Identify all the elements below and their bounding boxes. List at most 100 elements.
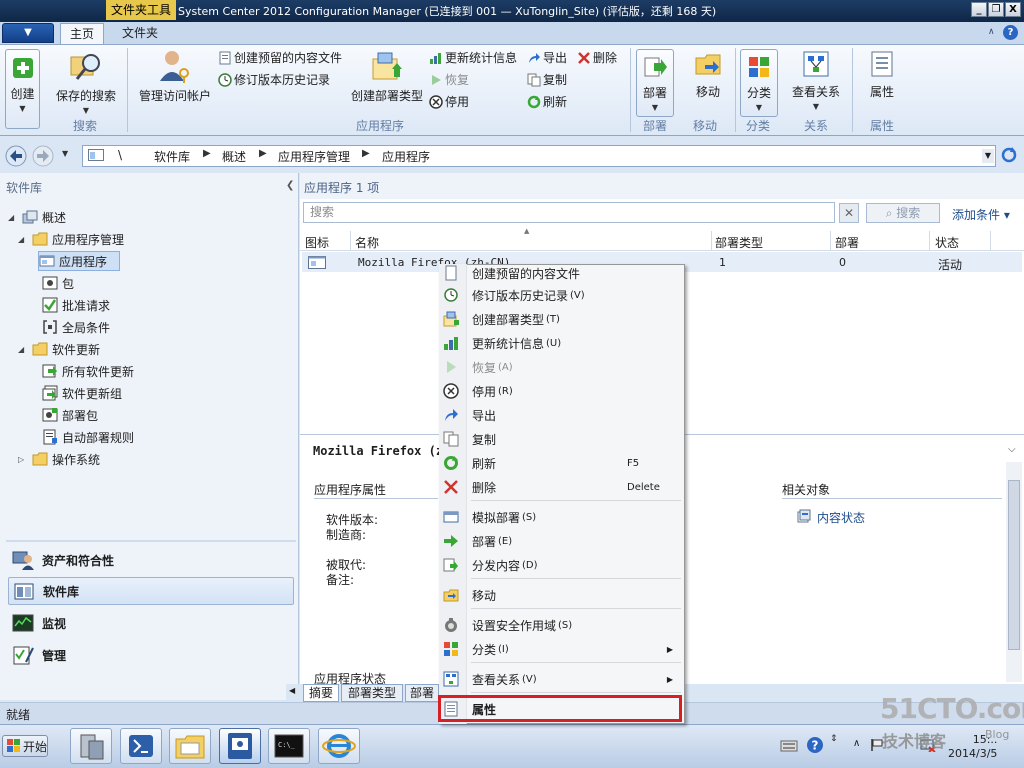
breadcrumb-root[interactable]: \ [118,148,122,162]
tab-home[interactable]: 主页 [60,23,104,44]
menu-item-revision-history[interactable]: 修订版本历史记录 (V) [443,284,681,306]
taskbar-internet-explorer[interactable] [318,728,360,764]
start-button[interactable]: 开始 [2,735,48,757]
delete-button[interactable]: 删除 [577,48,617,68]
tree-item-all-updates[interactable]: 所有软件更新 [42,361,134,381]
restore-button[interactable]: ❐ [988,2,1004,17]
column-separator[interactable] [830,231,831,251]
breadcrumb-software-library[interactable]: 软件库 [154,148,190,165]
create-deployment-type-button[interactable]: 创建部署类型 [348,49,426,104]
workspace-assets-compliance[interactable]: 资产和符合性 [8,546,294,574]
menu-item-categorize[interactable]: 分类 (I) ▶ [443,638,681,660]
breadcrumb-separator-icon[interactable]: ▶ [203,148,211,159]
taskbar-command-prompt[interactable]: C:\_ [268,728,310,764]
keyboard-icon[interactable] [780,737,798,753]
tree-item-software-updates[interactable]: ◢ 软件更新 [18,339,100,359]
breadcrumb-app-management[interactable]: 应用程序管理 [278,148,350,165]
column-separator[interactable] [929,231,930,251]
update-statistics-button[interactable]: 更新统计信息 [429,48,517,68]
ime-arrows-icon[interactable]: ⇕ [830,734,838,744]
search-input[interactable]: 搜索 [303,202,835,223]
help-icon[interactable]: ? [1003,25,1018,40]
menu-item-refresh[interactable]: 刷新 F5 [443,452,681,474]
tab-deployment-types[interactable]: 部署类型 [341,684,403,702]
deploy-button[interactable]: 部署 ▼ [636,49,674,117]
menu-item-simulate-deployment[interactable]: 模拟部署 (S) [443,506,681,528]
workspace-administration[interactable]: 管理 [8,641,294,669]
show-hidden-icons[interactable]: ∧ [853,738,860,749]
column-header-deployment-types[interactable]: 部署类型 [715,234,763,251]
taskbar-configmgr-console[interactable] [219,728,261,764]
menu-item-retire[interactable]: 停用 (R) [443,380,681,402]
refresh-button[interactable]: 刷新 [527,92,567,112]
tree-item-update-groups[interactable]: 软件更新组 [42,383,122,403]
workspace-splitter[interactable] [6,540,296,542]
tree-item-deployment-packages[interactable]: 部署包 [42,405,98,425]
taskbar-server-manager[interactable] [70,728,112,764]
column-header-name[interactable]: 名称 [355,234,379,251]
expand-arrow-icon[interactable]: ◢ [8,213,18,222]
column-separator[interactable] [350,231,351,251]
saved-search-button[interactable]: 保存的搜索 ▼ [54,49,118,115]
workspace-software-library[interactable]: 软件库 [8,577,294,605]
revision-history-button[interactable]: 修订版本历史记录 [218,70,330,90]
address-box[interactable] [82,145,996,167]
refresh-icon[interactable] [1000,146,1018,164]
add-criteria-button[interactable]: 添加条件 ▾ [952,206,1010,223]
tree-item-packages[interactable]: 包 [42,273,74,293]
tab-folder[interactable]: 文件夹 [114,23,166,44]
forward-arrow-icon[interactable] [32,145,54,167]
menu-item-copy[interactable]: 复制 [443,428,681,450]
tab-scroll-left-icon[interactable]: ◀ [289,686,295,695]
menu-item-delete[interactable]: 删除 Delete [443,476,681,498]
breadcrumb-overview[interactable]: 概述 [222,148,246,165]
collapse-arrow-icon[interactable]: ▷ [18,455,28,464]
manage-access-accounts-button[interactable]: 管理访问帐户 [136,49,214,104]
content-status-link[interactable]: 内容状态 [817,509,865,526]
ribbon-collapse-icon[interactable]: ∧ [988,27,995,37]
tree-item-global-conditions[interactable]: 全局条件 [42,317,110,337]
menu-item-view-relationships[interactable]: 查看关系 (V) ▶ [443,668,681,690]
expand-arrow-icon[interactable]: ◢ [18,345,28,354]
close-button[interactable]: X [1005,2,1021,17]
tree-item-auto-deployment-rules[interactable]: 自动部署规则 [42,427,134,447]
resume-button[interactable]: 恢复 [429,70,469,90]
menu-item-export[interactable]: 导出 [443,404,681,426]
column-separator[interactable] [711,231,712,251]
properties-button[interactable]: 属性 [864,49,900,100]
breadcrumb-separator-icon[interactable]: ▶ [259,148,267,159]
export-button[interactable]: 导出 [527,48,567,68]
tree-item-applications[interactable]: 应用程序 [38,251,120,271]
tab-summary[interactable]: 摘要 [303,684,339,702]
back-arrow-icon[interactable] [5,145,27,167]
address-dropdown-icon[interactable]: ▼ [982,149,994,163]
expand-arrow-icon[interactable]: ◢ [18,235,28,244]
workspace-monitoring[interactable]: 监视 [8,609,294,637]
scrollbar-thumb[interactable] [1008,480,1020,650]
history-dropdown-icon[interactable]: ▼ [62,149,68,158]
column-header-deployments[interactable]: 部署 [835,234,859,251]
taskbar-explorer[interactable] [169,728,211,764]
menu-item-deploy[interactable]: 部署 (E) [443,530,681,552]
view-relationships-button[interactable]: 查看关系 ▼ [788,49,844,111]
menu-item-distribute-content[interactable]: 分发内容 (D) [443,554,681,576]
tree-item-app-management[interactable]: ◢ 应用程序管理 [18,229,124,249]
context-tab-folder-tools[interactable]: 文件夹工具 [106,0,176,20]
help-icon[interactable]: ? [806,736,824,754]
breadcrumb-separator-icon[interactable]: ▶ [362,148,370,159]
column-separator[interactable] [990,231,991,251]
categorize-button[interactable]: 分类 ▼ [740,49,778,117]
tab-deployments[interactable]: 部署 [405,684,439,702]
create-button[interactable]: 创建 ▼ [5,49,40,129]
move-button[interactable]: 移动 [688,49,728,100]
menu-item-create-prestaged[interactable]: 创建预留的内容文件 [443,262,681,284]
menu-item-set-security-scopes[interactable]: 设置安全作用域 (S) [443,614,681,636]
search-button[interactable]: ⌕ 搜索 [866,203,940,223]
tree-item-overview[interactable]: ◢ 概述 [8,207,66,227]
column-header-status[interactable]: 状态 [935,234,959,251]
create-prestaged-content-button[interactable]: 创建预留的内容文件 [218,48,342,68]
copy-button[interactable]: 复制 [527,70,567,90]
breadcrumb-applications[interactable]: 应用程序 [382,148,430,165]
file-menu-button[interactable]: ▼ [2,23,54,43]
menu-item-resume[interactable]: 恢复 (A) [443,356,681,378]
